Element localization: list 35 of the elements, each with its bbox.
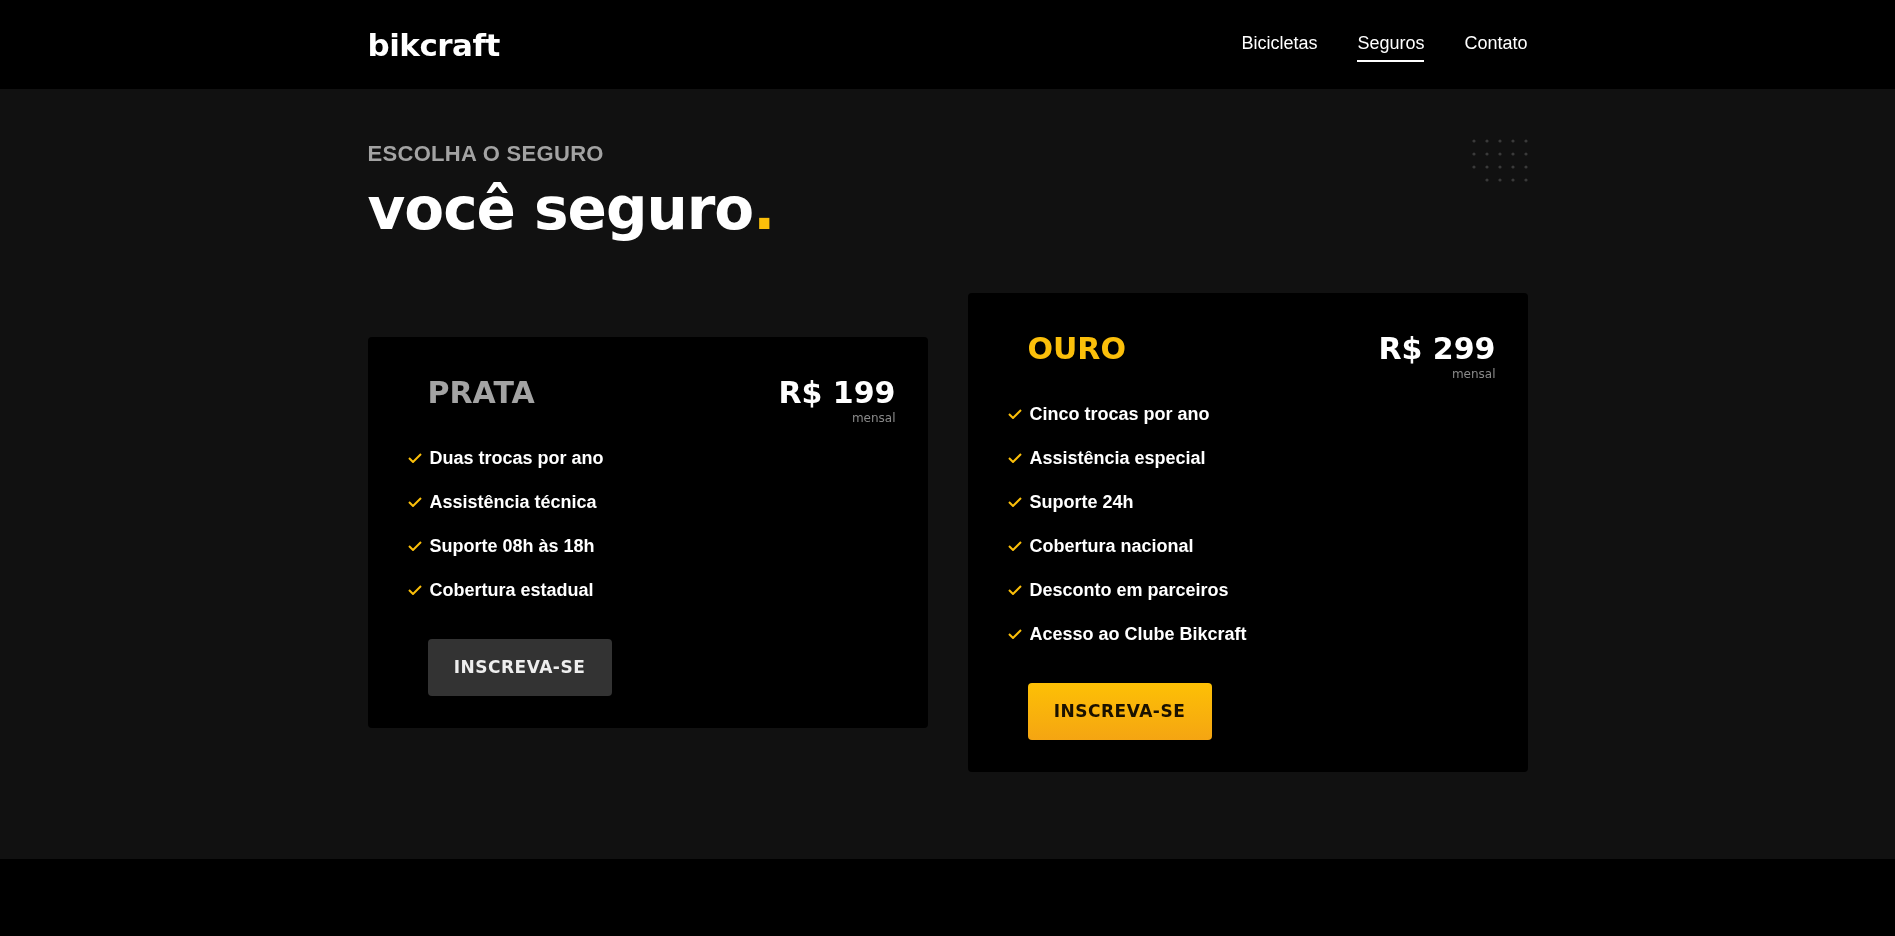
price-period: mensal (851, 410, 896, 425)
plan-feature: Duas trocas por ano (429, 446, 604, 470)
plan-feature: Suporte 24h (1029, 490, 1134, 514)
plan-name: OURO (1027, 330, 1126, 368)
section-title: você seguro. (367, 175, 775, 245)
check-icon (407, 584, 422, 595)
plan-feature: Cinco trocas por ano (1029, 402, 1210, 426)
dot-pattern-icon (1471, 139, 1528, 183)
check-icon (1007, 540, 1022, 551)
check-icon (1007, 496, 1022, 507)
plan-price: R$ 199 (778, 374, 896, 411)
check-icon (407, 540, 422, 551)
check-icon (1007, 584, 1022, 595)
nav-link[interactable]: Seguros (1357, 27, 1425, 62)
plan-feature: Cobertura nacional (1029, 534, 1194, 558)
plan-feature: Assistência técnica (429, 490, 597, 514)
plan-feature: Desconto em parceiros (1029, 578, 1229, 602)
plan-feature: Cobertura estadual (429, 578, 594, 602)
plan-price: R$ 299 (1378, 330, 1496, 367)
plan-name: PRATA (427, 374, 535, 412)
logo[interactable]: bikcraft (367, 26, 500, 63)
plan-feature: Suporte 08h às 18h (429, 534, 595, 558)
nav-link[interactable]: Bicicletas (1241, 27, 1318, 62)
nav-link[interactable]: Contato (1464, 27, 1528, 62)
plan-feature: Assistência especial (1029, 446, 1206, 470)
subscribe-button[interactable]: INSCREVA-SE (427, 638, 612, 696)
section-subtitle: ESCOLHA O SEGURO (367, 141, 605, 167)
check-icon (1007, 628, 1022, 639)
plan-feature: Acesso ao Clube Bikcraft (1029, 622, 1247, 646)
check-icon (407, 496, 422, 507)
check-icon (1007, 452, 1022, 463)
subscribe-button[interactable]: INSCREVA-SE (1027, 682, 1212, 740)
check-icon (407, 452, 422, 463)
price-period: mensal (1451, 366, 1496, 381)
check-icon (1007, 408, 1022, 419)
